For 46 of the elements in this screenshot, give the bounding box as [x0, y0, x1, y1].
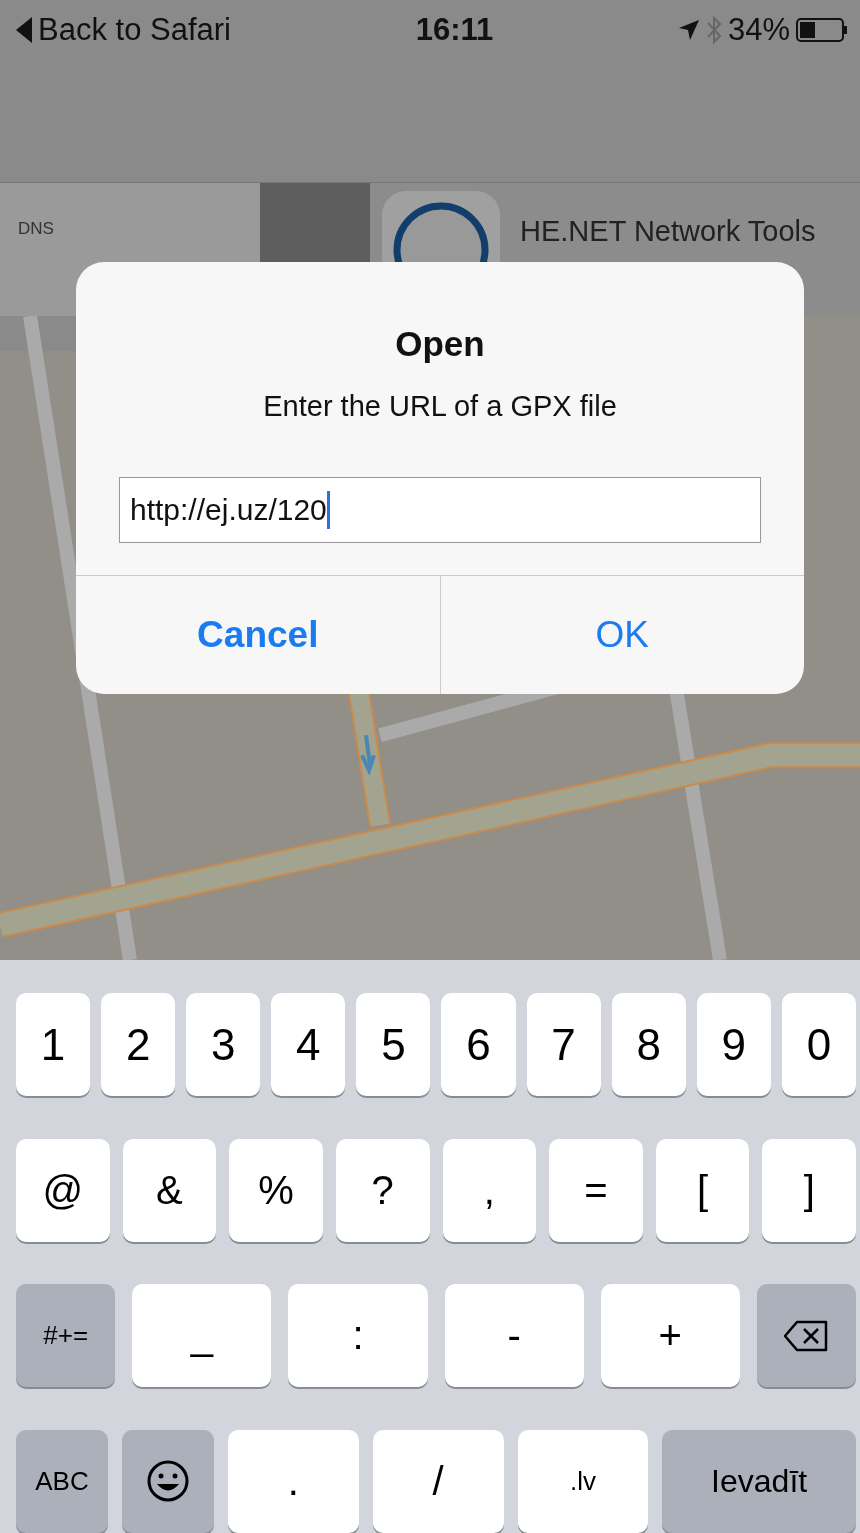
keyboard-key[interactable]: .lv [517, 1429, 649, 1533]
list-item[interactable]: DNS [18, 219, 54, 238]
emoji-key[interactable] [122, 1429, 215, 1533]
keyboard-key[interactable]: 6 [441, 993, 516, 1096]
keyboard-key[interactable]: + [600, 1284, 740, 1388]
keyboard-key[interactable]: 1 [16, 993, 91, 1096]
keyboard-key[interactable]: , [442, 1138, 537, 1242]
keyboard-key[interactable]: 8 [611, 993, 686, 1096]
keyboard-key[interactable]: 7 [526, 993, 601, 1096]
mode-key[interactable]: #+= [16, 1284, 116, 1388]
keyboard-key[interactable]: - [444, 1284, 584, 1388]
battery-percent: 34% [727, 12, 790, 48]
cancel-button[interactable]: Cancel [76, 576, 440, 694]
keyboard-key[interactable]: ? [335, 1138, 430, 1242]
keyboard-key[interactable]: % [229, 1138, 323, 1242]
keyboard-key[interactable]: 2 [101, 993, 176, 1096]
back-triangle-icon [16, 17, 32, 43]
keyboard-key[interactable]: & [122, 1138, 217, 1242]
back-link[interactable]: Back to Safari [16, 12, 231, 48]
delete-icon [783, 1319, 830, 1352]
keyboard-key[interactable]: 3 [186, 993, 261, 1096]
keyboard-key[interactable]: / [372, 1429, 504, 1533]
dialog-message: Enter the URL of a GPX file [263, 390, 617, 423]
bluetooth-icon [705, 15, 722, 45]
keyboard-key[interactable]: . [228, 1429, 359, 1533]
ok-button[interactable]: OK [439, 576, 804, 694]
keyboard-key[interactable]: 0 [781, 993, 856, 1096]
location-arrow-icon [677, 19, 700, 41]
dialog-title: Open [395, 324, 485, 364]
return-key[interactable]: Ievadīt [662, 1429, 856, 1533]
keyboard-key[interactable]: : [288, 1284, 428, 1388]
ad-title: HE.NET Network Tools [520, 215, 816, 249]
keyboard-key[interactable]: _ [132, 1284, 272, 1388]
battery-icon [796, 18, 848, 42]
keyboard-key[interactable]: 5 [356, 993, 431, 1096]
keyboard-key[interactable]: [ [655, 1138, 750, 1242]
keyboard-key[interactable]: ] [762, 1138, 856, 1242]
clock-time: 16:11 [415, 12, 494, 48]
url-input-field[interactable]: http://ej.uz/120 [119, 477, 761, 543]
keyboard-key[interactable]: 9 [696, 993, 771, 1096]
smiley-icon [146, 1459, 190, 1504]
keyboard-key[interactable]: = [549, 1138, 643, 1242]
delete-key[interactable] [756, 1284, 856, 1388]
keyboard-key[interactable]: 4 [271, 993, 346, 1096]
keyboard-key[interactable]: @ [16, 1138, 110, 1242]
mode-key[interactable]: ABC [16, 1429, 108, 1533]
